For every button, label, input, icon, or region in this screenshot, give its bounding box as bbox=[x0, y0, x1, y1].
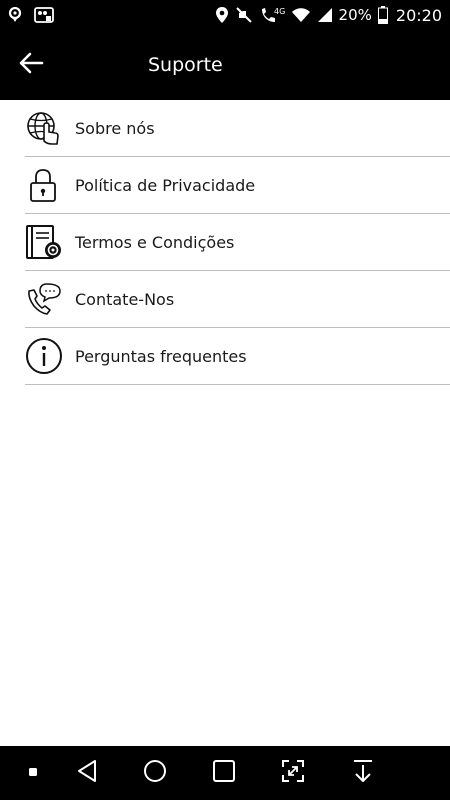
menu-item-terms[interactable]: Termos e Condições bbox=[25, 214, 450, 271]
menu-item-label: Contate-Nos bbox=[75, 289, 175, 309]
battery-icon bbox=[377, 6, 388, 24]
nav-screenshot-button[interactable] bbox=[268, 746, 318, 800]
status-bar: 4G 20% 20:20 bbox=[0, 0, 450, 30]
wifi-icon bbox=[291, 7, 311, 23]
nav-recents-button[interactable] bbox=[199, 746, 249, 800]
menu-item-privacy-policy[interactable]: Política de Privacidade bbox=[25, 157, 450, 214]
notification-app-icon bbox=[34, 7, 54, 23]
nav-home-button[interactable] bbox=[130, 746, 180, 800]
menu-item-contact[interactable]: Contate-Nos bbox=[25, 271, 450, 328]
app-bar: Suporte bbox=[0, 30, 450, 100]
battery-percent: 20% bbox=[338, 6, 372, 24]
download-arrow-icon bbox=[351, 759, 375, 788]
menu-item-about[interactable]: Sobre nós bbox=[25, 100, 450, 157]
menu-item-label: Sobre nós bbox=[75, 118, 155, 138]
menu-item-label: Termos e Condições bbox=[75, 232, 235, 252]
lock-icon bbox=[25, 157, 75, 214]
phone-chat-icon bbox=[25, 271, 75, 328]
home-circle-icon bbox=[143, 759, 167, 788]
signal-icon bbox=[317, 7, 333, 23]
nav-back-button[interactable] bbox=[62, 746, 112, 800]
recents-square-icon bbox=[212, 759, 236, 788]
dot-icon bbox=[28, 764, 38, 782]
arrow-left-icon bbox=[18, 52, 44, 79]
wifi-call-icon: 4G bbox=[259, 6, 285, 24]
menu-item-faq[interactable]: Perguntas frequentes bbox=[25, 328, 450, 385]
network-type-label: 4G bbox=[274, 7, 285, 16]
location-pin-icon bbox=[215, 6, 229, 24]
nav-download-button[interactable] bbox=[338, 746, 388, 800]
book-gear-icon bbox=[25, 214, 75, 271]
page-title: Suporte bbox=[148, 54, 223, 76]
back-button[interactable] bbox=[0, 30, 62, 100]
globe-hand-icon bbox=[25, 100, 75, 157]
navigation-bar bbox=[0, 746, 450, 800]
location-icon bbox=[8, 7, 22, 23]
menu-item-label: Perguntas frequentes bbox=[75, 346, 247, 366]
clock: 20:20 bbox=[395, 5, 442, 25]
nav-dot-button[interactable] bbox=[8, 746, 58, 800]
mute-icon bbox=[235, 6, 253, 24]
screenshot-icon bbox=[281, 759, 305, 788]
back-triangle-icon bbox=[75, 759, 99, 788]
support-menu: Sobre nós Política de Privacidade Termos… bbox=[25, 100, 450, 385]
info-icon bbox=[25, 328, 75, 385]
menu-item-label: Política de Privacidade bbox=[75, 175, 256, 195]
